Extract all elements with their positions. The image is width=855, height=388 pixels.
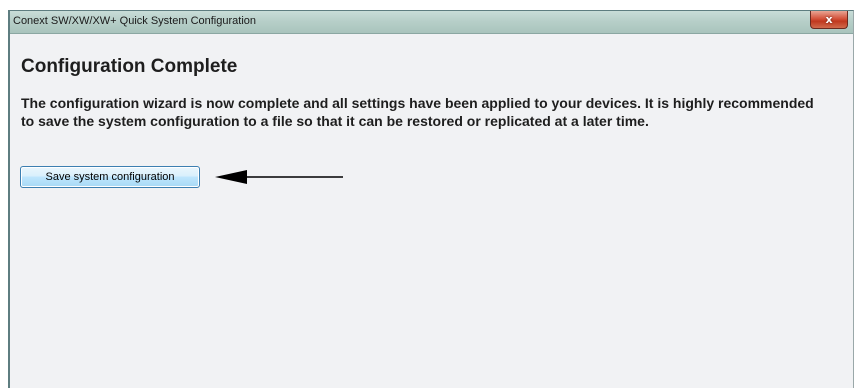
save-system-configuration-button[interactable]: Save system configuration	[20, 166, 200, 188]
title-bar[interactable]: Conext SW/XW/XW+ Quick System Configurat…	[10, 11, 853, 34]
left-arrow-icon	[215, 170, 343, 184]
page-title: Configuration Complete	[21, 56, 238, 77]
window-title: Conext SW/XW/XW+ Quick System Configurat…	[13, 15, 256, 27]
wizard-content: Configuration Complete The configuration…	[10, 34, 853, 388]
arrow-head	[215, 170, 247, 184]
close-icon: x	[825, 13, 833, 26]
close-button[interactable]: x	[810, 11, 848, 29]
completion-message: The configuration wizard is now complete…	[21, 95, 814, 129]
wizard-window: Conext SW/XW/XW+ Quick System Configurat…	[8, 10, 854, 388]
